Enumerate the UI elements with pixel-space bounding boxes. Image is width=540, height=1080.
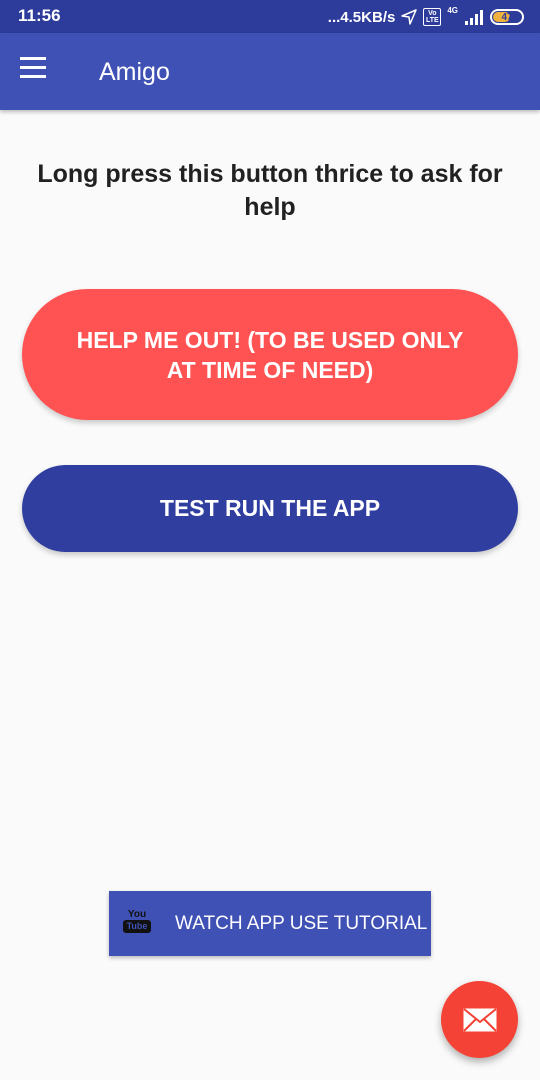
youtube-icon: You Tube: [123, 909, 151, 939]
hamburger-menu-icon[interactable]: [20, 57, 56, 85]
volte-icon: Vo LTE: [423, 8, 442, 26]
location-arrow-icon: [401, 9, 418, 25]
mail-fab-button[interactable]: [441, 981, 518, 1058]
help-me-out-button[interactable]: HELP ME OUT! (TO BE USED ONLY AT TIME OF…: [22, 289, 518, 420]
mail-icon: [462, 1007, 497, 1032]
signal-bars-icon: [465, 10, 483, 25]
tutorial-label: WATCH APP USE TUTORIAL: [175, 912, 428, 934]
watch-tutorial-button[interactable]: You Tube WATCH APP USE TUTORIAL: [109, 891, 431, 956]
network-type: 4G: [447, 6, 458, 15]
battery-level: 47: [501, 11, 513, 23]
battery-icon: 47: [490, 9, 524, 25]
app-bar: Amigo: [0, 33, 540, 110]
test-run-button[interactable]: TEST RUN THE APP: [22, 465, 518, 552]
status-indicators: ...4.5KB/s Vo LTE 4G 47: [328, 6, 524, 28]
app-title: Amigo: [99, 58, 170, 86]
network-speed: ...4.5KB/s: [327, 8, 396, 26]
status-bar: 11:56 ...4.5KB/s Vo LTE 4G 47: [0, 0, 540, 33]
status-time: 11:56: [18, 6, 61, 25]
instruction-text: Long press this button thrice to ask for…: [37, 160, 503, 221]
